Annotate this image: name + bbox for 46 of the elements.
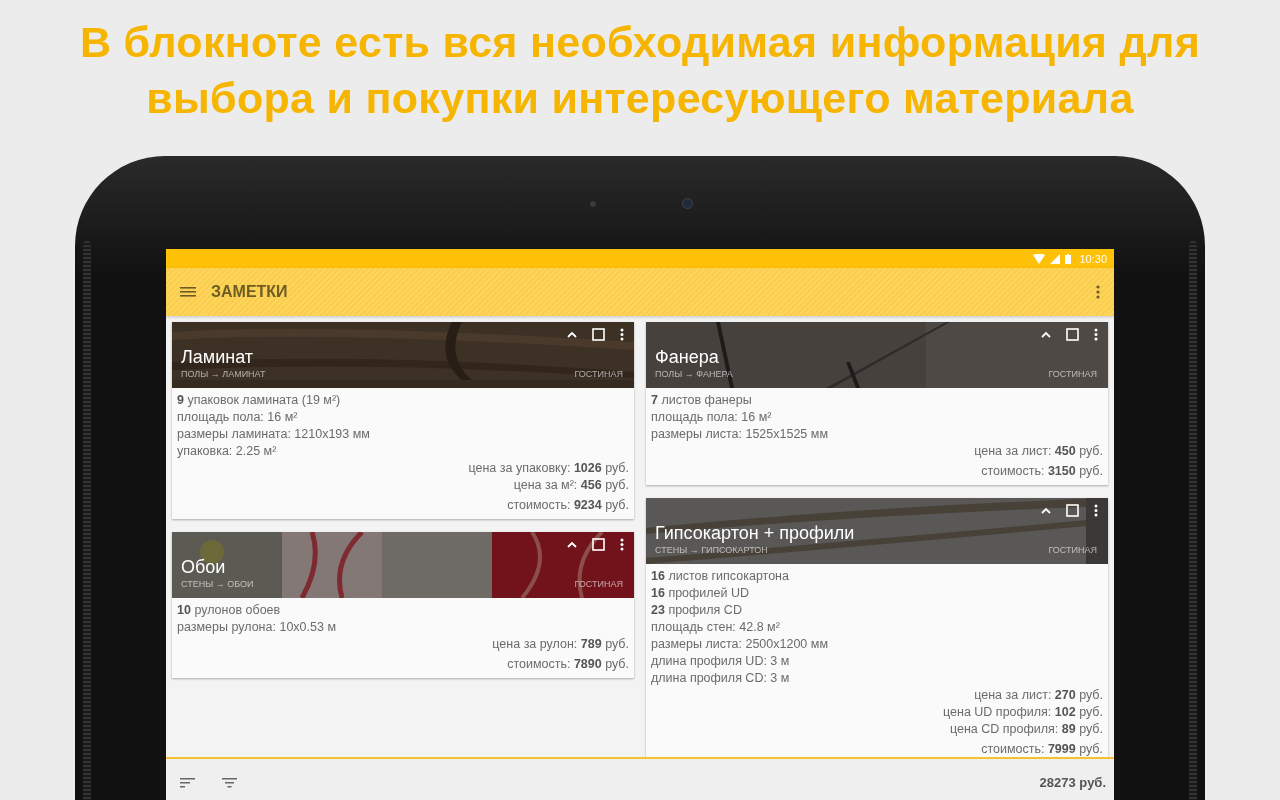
note-card[interactable]: Ламинат ПОЛЫ → ЛАМИНАТ ГОСТИНАЯ 9 упаковок ламината (19 м²) площадь пола: 16 м² размеры ламината: 1210x193 мм упаковка: 2.25 м² цена за упаковку: 1026 руб. цена за м²: 456 руб. стоимость: 9234 руб. bbox=[172, 322, 634, 519]
detail-line: площадь стен: 42.8 м² bbox=[651, 619, 781, 636]
price-line: цена за лист: 450 руб. bbox=[973, 443, 1103, 460]
detail-line: площадь пола: 16 м² bbox=[651, 409, 773, 426]
room-label: ГОСТИНАЯ bbox=[574, 369, 623, 379]
detail-line: 10 рулонов обоев bbox=[177, 602, 282, 619]
category-path: ПОЛЫ → ФАНЕРА bbox=[655, 369, 733, 379]
note-card[interactable]: Обои СТЕНЫ → ОБОИ ГОСТИНАЯ 10 рулонов обоев размеры рулона: 10x0.53 м цена за рулон: 789 руб. стоимость: 7890 руб. bbox=[172, 532, 634, 678]
detail-line: длина профиля CD: 3 м bbox=[651, 670, 791, 687]
cost-line: стоимость: 7890 руб. bbox=[506, 656, 629, 673]
category-path: СТЕНЫ → ГИПСОКАРТОН bbox=[655, 545, 768, 555]
cost-line: стоимость: 7999 руб. bbox=[980, 741, 1103, 757]
detail-line: размеры листа: 2500x1200 мм bbox=[651, 636, 829, 653]
price-line: цена за м²: 456 руб. bbox=[512, 477, 629, 494]
detail-line: упаковка: 2.25 м² bbox=[177, 443, 278, 460]
room-label: ГОСТИНАЯ bbox=[1048, 369, 1097, 379]
status-time: 10:30 bbox=[1079, 252, 1107, 265]
room-label: ГОСТИНАЯ bbox=[574, 579, 623, 589]
price-line: цена UD профиля: 102 руб. bbox=[942, 704, 1103, 721]
note-card[interactable]: Фанера ПОЛЫ → ФАНЕРА ГОСТИНАЯ 7 листов фанеры площадь пола: 16 м² размеры листа: 1525x1525 мм цена за лист: 450 руб. стоимость: 3150 руб. bbox=[646, 322, 1108, 485]
room-label: ГОСТИНАЯ bbox=[1048, 545, 1097, 555]
price-line: цена за лист: 270 руб. bbox=[973, 687, 1103, 704]
card-title: Ламинат bbox=[181, 347, 255, 368]
detail-line: 16 листов гипсокартона bbox=[651, 568, 790, 585]
card-title: Фанера bbox=[655, 347, 720, 368]
detail-line: длина профиля UD: 3 м bbox=[651, 653, 791, 670]
cost-line: стоимость: 9234 руб. bbox=[506, 497, 629, 514]
cost-line: стоимость: 3150 руб. bbox=[980, 463, 1103, 480]
detail-line: 7 листов фанеры bbox=[651, 392, 753, 409]
grand-total: 28273 руб. bbox=[1039, 775, 1106, 790]
detail-line: 23 профиля CD bbox=[651, 602, 743, 619]
card-title: Гипсокартон + профили bbox=[655, 523, 856, 544]
category-path: ПОЛЫ → ЛАМИНАТ bbox=[181, 369, 266, 379]
detail-line: размеры ламината: 1210x193 мм bbox=[177, 426, 371, 443]
detail-line: размеры листа: 1525x1525 мм bbox=[651, 426, 829, 443]
detail-line: площадь пола: 16 м² bbox=[177, 409, 299, 426]
detail-line: 9 упаковок ламината (19 м²) bbox=[177, 392, 342, 409]
card-title: Обои bbox=[181, 557, 227, 578]
toolbar-title: ЗАМЕТКИ bbox=[211, 283, 289, 301]
detail-line: размеры рулона: 10x0.53 м bbox=[177, 619, 337, 636]
detail-line: 16 профилей UD bbox=[651, 585, 751, 602]
category-path: СТЕНЫ → ОБОИ bbox=[181, 579, 254, 589]
price-line: цена за рулон: 789 руб. bbox=[491, 636, 629, 653]
price-line: цена CD профиля: 89 руб. bbox=[949, 721, 1103, 738]
headline: В блокноте есть вся необходимая информация для выбора и покупки интересующего материала bbox=[78, 17, 1202, 124]
price-line: цена за упаковку: 1026 руб. bbox=[467, 460, 629, 477]
